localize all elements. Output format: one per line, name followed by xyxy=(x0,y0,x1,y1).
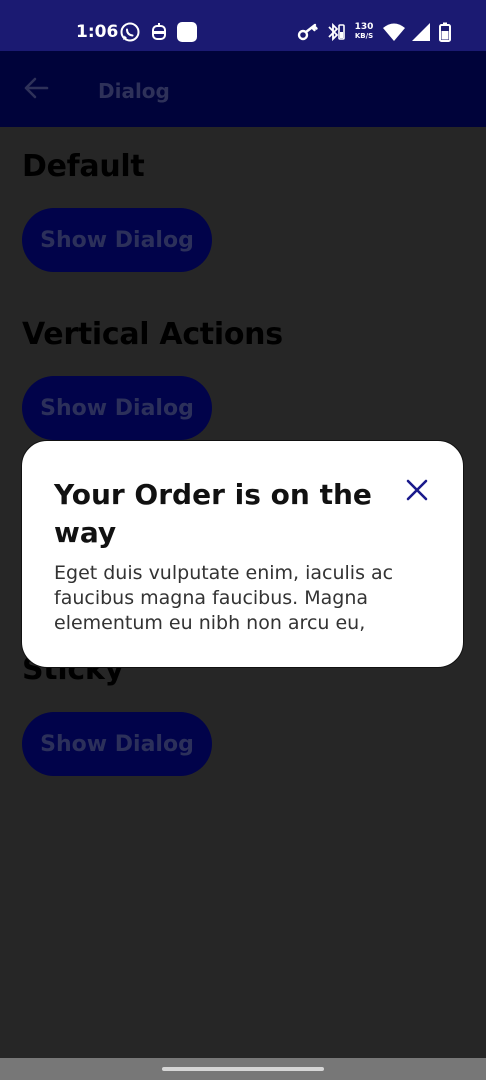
network-speed-value: 130 xyxy=(354,22,374,32)
show-dialog-button-sticky[interactable]: Show Dialog xyxy=(22,712,212,776)
robot-icon xyxy=(150,22,168,42)
dialog-close-button[interactable] xyxy=(402,477,432,507)
wifi-icon xyxy=(382,22,406,42)
app-bar: Dialog xyxy=(0,51,486,127)
close-icon xyxy=(406,479,428,506)
status-time: 1:06 xyxy=(76,22,119,42)
back-button[interactable] xyxy=(20,75,52,105)
dialog-title: Your Order is on the way xyxy=(54,478,372,549)
signal-icon xyxy=(411,22,431,42)
bluetooth-battery-icon xyxy=(326,22,346,42)
app-title: Dialog xyxy=(98,79,170,103)
arrow-left-icon xyxy=(23,76,49,105)
network-speed-unit: KB/S xyxy=(354,32,374,40)
section-heading-default: Default xyxy=(22,149,145,184)
battery-icon xyxy=(438,22,452,42)
navigation-bar xyxy=(0,1058,486,1080)
whatsapp-icon xyxy=(119,22,141,42)
status-bar: 1:06 130 KB/S xyxy=(0,0,486,51)
app-square-icon xyxy=(176,22,198,42)
home-indicator[interactable] xyxy=(162,1067,324,1071)
dialog-body: Eget duis vulputate enim, iaculis ac fau… xyxy=(54,562,394,634)
show-dialog-button-default[interactable]: Show Dialog xyxy=(22,208,212,272)
show-dialog-button-vertical-actions[interactable]: Show Dialog xyxy=(22,376,212,440)
key-icon xyxy=(296,22,320,42)
section-heading-vertical-actions: Vertical Actions xyxy=(22,317,283,352)
network-speed: 130 KB/S xyxy=(352,22,376,42)
order-dialog: Your Order is on the way Eget duis vulpu… xyxy=(21,440,464,668)
